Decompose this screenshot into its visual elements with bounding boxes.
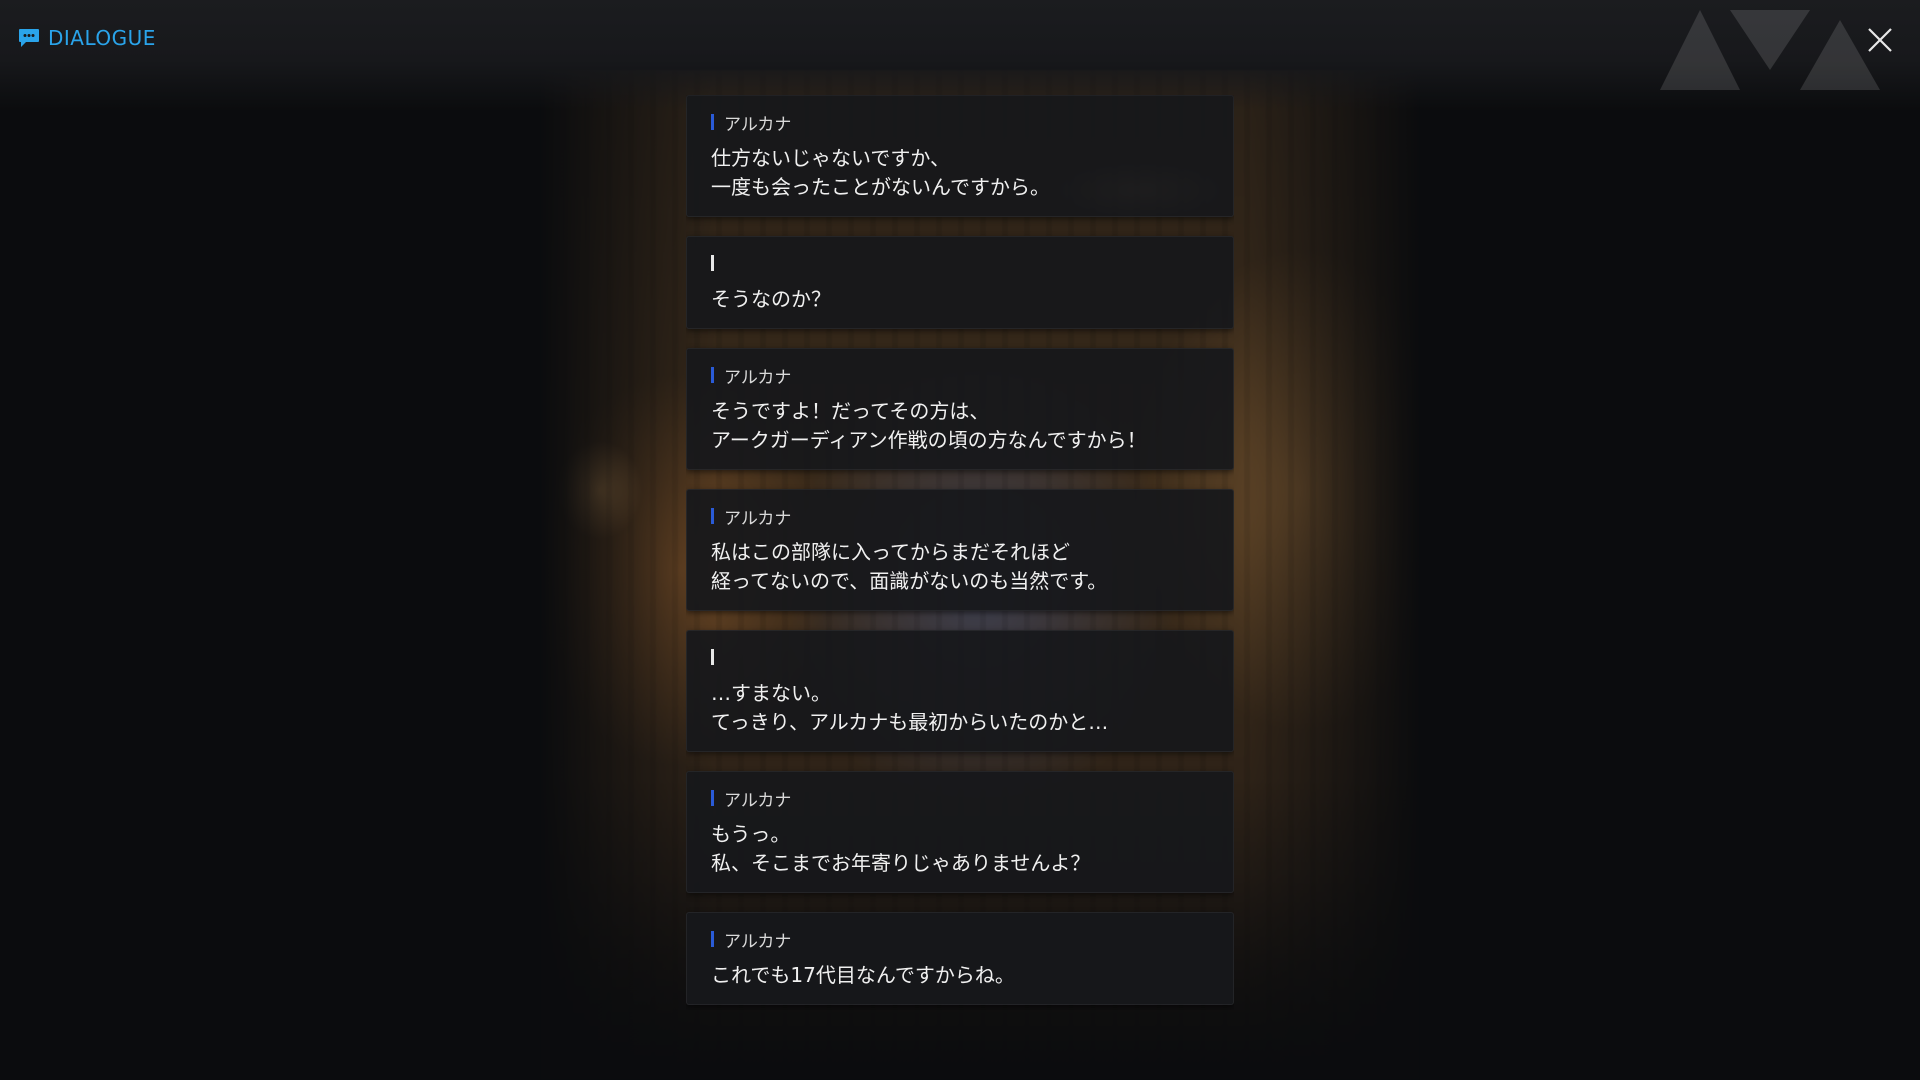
dialogue-entry: アルカナ そうですよ！だってその方は、アークガーディアン作戦の頃の方なんですから… <box>686 348 1234 470</box>
speaker-marker <box>711 931 714 947</box>
dialogue-title: DIALOGUE <box>18 26 156 50</box>
dialogue-line: 私、そこまでお年寄りじゃありませんよ？ <box>711 851 1091 875</box>
dialogue-text: もうっ。私、そこまでお年寄りじゃありませんよ？ <box>711 820 1209 878</box>
dialogue-line: アークガーディアン作戦の頃の方なんですから！ <box>711 428 1147 452</box>
dialogue-text: そうなのか？ <box>711 285 1209 314</box>
top-bar: DIALOGUE <box>0 0 1920 110</box>
chat-bubble-icon <box>19 29 39 47</box>
dialogue-line: 仕方ないじゃないですか、 <box>711 146 950 170</box>
speaker-marker <box>711 508 714 524</box>
dialogue-line: もうっ。 <box>711 822 791 846</box>
dialogue-line: …すまない。 <box>711 681 831 705</box>
dialogue-text: 私はこの部隊に入ってからまだそれほど経ってないので、面識がないのも当然です。 <box>711 538 1209 596</box>
dialogue-list[interactable]: アルカナ 仕方ないじゃないですか、一度も会ったことがないんですから。 そうなのか… <box>686 95 1234 1010</box>
speaker-name: アルカナ <box>711 365 1209 388</box>
dialogue-line: そうですよ！だってその方は、 <box>711 399 990 423</box>
speaker-marker <box>711 367 714 383</box>
dialogue-entry: アルカナ もうっ。私、そこまでお年寄りじゃありませんよ？ <box>686 771 1234 893</box>
header-decoration <box>1660 10 1880 90</box>
dialogue-entry: アルカナ 仕方ないじゃないですか、一度も会ったことがないんですから。 <box>686 95 1234 217</box>
dialogue-text: …すまない。てっきり、アルカナも最初からいたのかと… <box>711 679 1209 737</box>
speaker-marker <box>711 114 714 130</box>
speaker-label: アルカナ <box>724 931 792 952</box>
speaker-marker <box>711 649 714 665</box>
dialogue-line: 経ってないので、面識がないのも当然です。 <box>711 569 1108 593</box>
speaker-name: アルカナ <box>711 788 1209 811</box>
dialogue-entry: そうなのか？ <box>686 236 1234 329</box>
dialogue-entry: …すまない。てっきり、アルカナも最初からいたのかと… <box>686 630 1234 752</box>
dialogue-text: 仕方ないじゃないですか、一度も会ったことがないんですから。 <box>711 144 1209 202</box>
speaker-name: アルカナ <box>711 112 1209 135</box>
dialogue-title-text: DIALOGUE <box>48 26 156 50</box>
speaker-label: アルカナ <box>724 790 792 811</box>
dialogue-line: 私はこの部隊に入ってからまだそれほど <box>711 540 1070 564</box>
close-icon[interactable] <box>1866 26 1894 54</box>
speaker-marker <box>711 255 714 271</box>
dialogue-line: 一度も会ったことがないんですから。 <box>711 175 1050 199</box>
dialogue-log-screen: DIALOGUE アルカナ 仕方ないじゃないですか、一度も会ったことがないんです… <box>0 0 1920 1080</box>
speaker-label: アルカナ <box>724 508 792 529</box>
speaker-name <box>711 647 1209 667</box>
dialogue-entry: アルカナ これでも17代目なんですからね。 <box>686 912 1234 1005</box>
dialogue-line: そうなのか？ <box>711 287 831 311</box>
dialogue-entry: アルカナ 私はこの部隊に入ってからまだそれほど経ってないので、面識がないのも当然… <box>686 489 1234 611</box>
speaker-label: アルカナ <box>724 114 792 135</box>
speaker-marker <box>711 790 714 806</box>
speaker-name <box>711 253 1209 273</box>
dialogue-text: そうですよ！だってその方は、アークガーディアン作戦の頃の方なんですから！ <box>711 397 1209 455</box>
dialogue-text: これでも17代目なんですからね。 <box>711 961 1209 990</box>
speaker-name: アルカナ <box>711 506 1209 529</box>
speaker-name: アルカナ <box>711 929 1209 952</box>
dialogue-line: これでも17代目なんですからね。 <box>711 963 1015 987</box>
speaker-label: アルカナ <box>724 367 792 388</box>
dialogue-line: てっきり、アルカナも最初からいたのかと… <box>711 710 1109 734</box>
